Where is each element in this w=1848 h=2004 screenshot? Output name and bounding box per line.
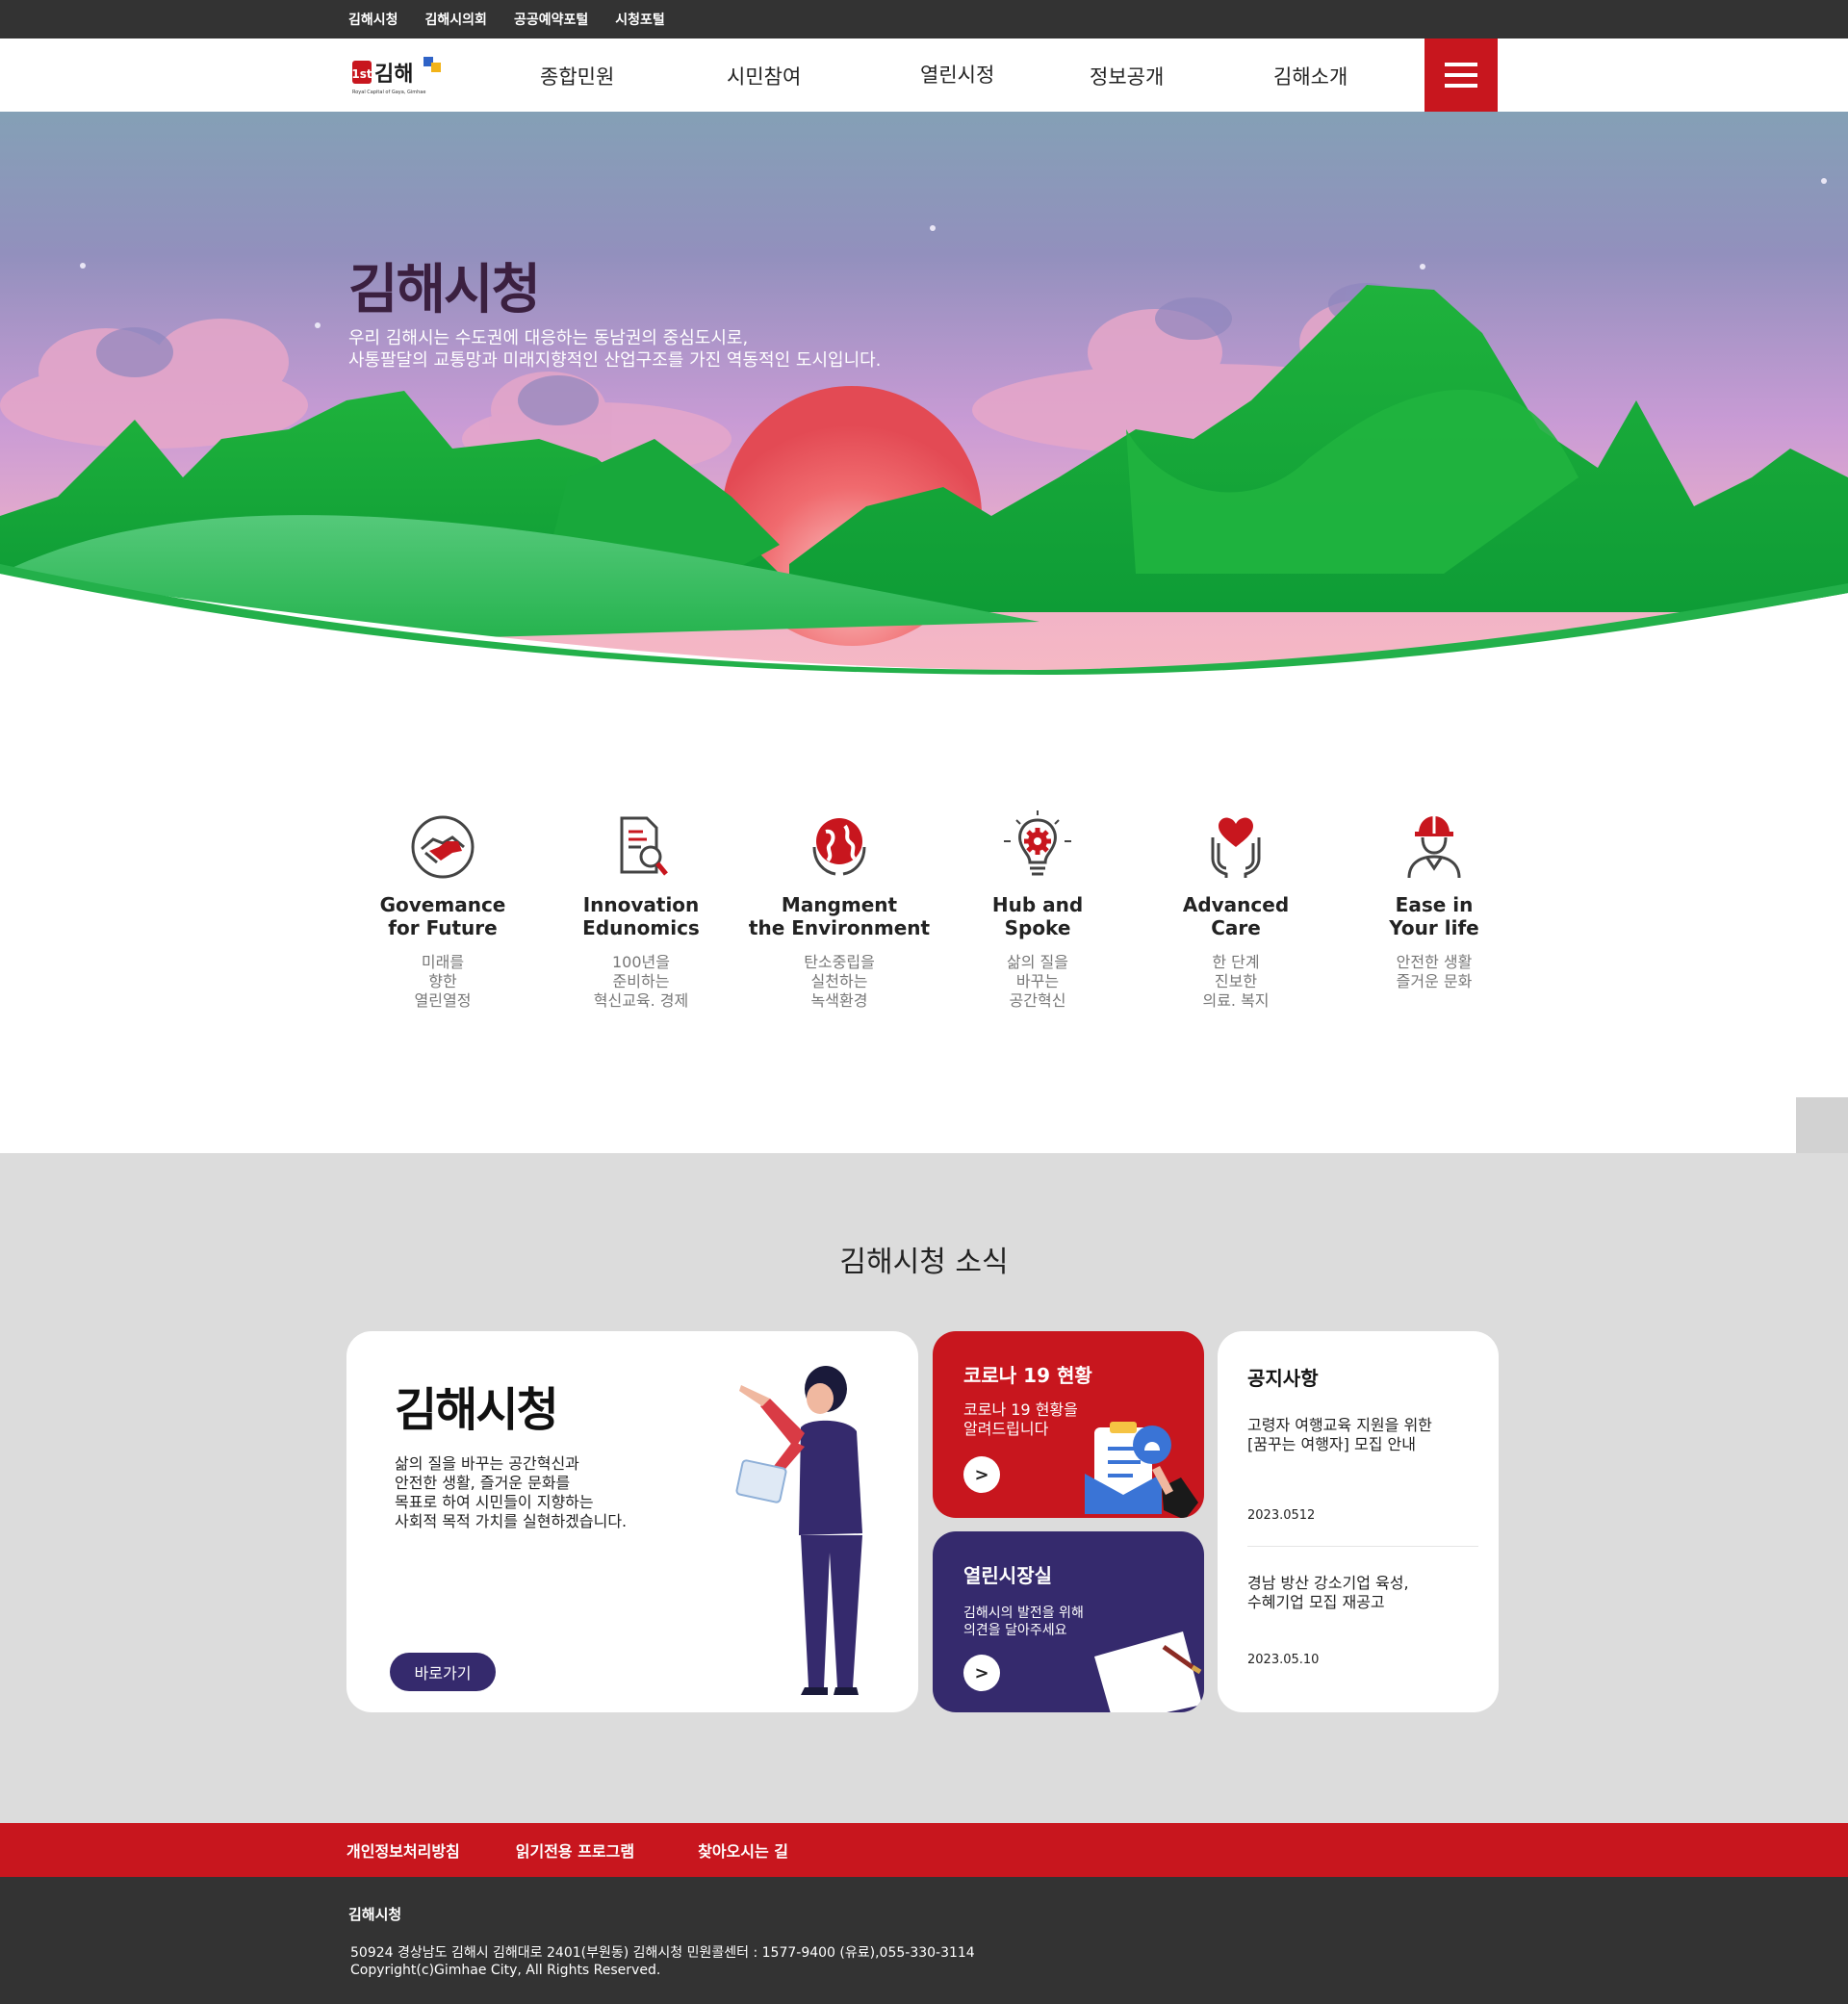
value-title: Advanced Care [1182, 893, 1290, 939]
nav-information-disclosure[interactable]: 정보공개 [1090, 62, 1164, 90]
footer-link-reader-program[interactable]: 읽기전용 프로그램 [516, 1838, 634, 1862]
nav-about-gimhae[interactable]: 김해소개 [1273, 62, 1348, 90]
footer-address-block: 50924 경상남도 김해시 김해대로 2401(부원동) 김해시청 민원콜센터… [350, 1944, 975, 1979]
footer-org-name: 김해시청 [348, 1906, 402, 1923]
value-title: Innovation Edunomics [582, 893, 700, 939]
notice-item[interactable]: 경남 방산 강소기업 육성, 수혜기업 모집 재공고 2023.05.10 [1247, 1574, 1478, 1667]
value-item-ease[interactable]: Ease in Your life 안전한 생활 즐거운 문화 [1338, 809, 1530, 991]
value-item-governance[interactable]: Govemance for Future 미래를 향한 열린열정 [346, 809, 539, 1011]
site-header: 1st 김해 Royal Capital of Gaya, Gimhae 종합민… [0, 39, 1848, 112]
intro-card-title: 김해시청 [395, 1383, 559, 1437]
nav-citizen-participation[interactable]: 시민참여 [727, 62, 801, 90]
footer-copyright: Copyright(c)Gimhae City, All Rights Rese… [350, 1963, 661, 1978]
covid-status-card[interactable]: 코로나 19 현황 코로나 19 현황을 알려드립니다 > [933, 1331, 1204, 1518]
footer-link-privacy-policy[interactable]: 개인정보처리방침 [346, 1838, 460, 1862]
covid-card-arrow-button[interactable]: > [963, 1456, 1000, 1493]
notice-item-title[interactable]: 고령자 여행교육 지원을 위한 [꿈꾸는 여행자] 모집 안내 [1247, 1416, 1478, 1454]
value-desc: 한 단계 진보한 의료. 복지 [1202, 953, 1270, 1010]
link-gimhae-city-hall[interactable]: 김해시청 [348, 10, 398, 29]
presenter-illustration [735, 1366, 862, 1695]
footer-links: 개인정보처리방침 읽기전용 프로그램 찾아오시는 길 [346, 1823, 788, 1877]
open-mayor-office-card[interactable]: 열린시장실 김해시의 발전을 위해 의견을 달아주세요 > [933, 1531, 1204, 1712]
value-desc: 100년을 준비하는 혁신교육. 경제 [593, 953, 689, 1010]
hero-title: 김해시청 [348, 259, 541, 321]
value-item-hub-spoke[interactable]: Hub and Spoke 삶의 질을 바꾸는 공간혁신 [941, 809, 1134, 1011]
notice-item-date: 2023.0512 [1247, 1508, 1316, 1523]
hero-banner: 김해시청 우리 김해시는 수도권에 대응하는 동남권의 중심도시로, 사통팔달의… [0, 112, 1848, 680]
notice-item[interactable]: 고령자 여행교육 지원을 위한 [꿈꾸는 여행자] 모집 안내 2023.051… [1247, 1416, 1478, 1523]
worker-helmet-icon [1407, 816, 1461, 879]
open-office-card-arrow-button[interactable]: > [963, 1655, 1000, 1691]
value-item-environment[interactable]: Mangment the Environment 탄소중립을 실천하는 녹색환경 [743, 809, 936, 1011]
link-public-reservation[interactable]: 공공예약포털 [514, 10, 588, 29]
notice-divider [1247, 1546, 1478, 1547]
open-office-card-description: 김해시의 발전을 위해 의견을 달아주세요 [963, 1606, 1084, 1638]
value-desc: 미래를 향한 열린열정 [414, 953, 472, 1010]
logo-subtext: Royal Capital of Gaya, Gimhae [352, 90, 425, 95]
value-item-innovation[interactable]: Innovation Edunomics 100년을 준비하는 혁신교육. 경제 [545, 809, 737, 1011]
hamburger-menu-button[interactable] [1424, 39, 1498, 112]
open-office-card-title: 열린시장실 [963, 1564, 1052, 1587]
footer-address: 50924 경상남도 김해시 김해대로 2401(부원동) 김해시청 민원콜센터… [350, 1945, 975, 1961]
footer-links-bar: 개인정보처리방침 읽기전용 프로그램 찾아오시는 길 [0, 1823, 1848, 1877]
lightbulb-gear-icon [1004, 810, 1071, 876]
covid-card-description: 코로나 19 현황을 알려드립니다 [963, 1400, 1078, 1438]
hamburger-icon [1445, 63, 1477, 66]
link-city-portal[interactable]: 시청포털 [615, 10, 665, 29]
nav-open-administration[interactable]: 열린시정 [920, 60, 994, 89]
hero-description-line-2: 사통팔달의 교통망과 미래지향적인 산업구조를 가진 역동적인 도시입니다. [348, 350, 882, 371]
news-section: 김해시청 소식 김해시청 삶의 질을 바꾸는 공간혁신과 안전한 생활, 즐거운… [0, 1153, 1848, 1823]
globe-hands-icon [812, 818, 866, 876]
notice-item-title[interactable]: 경남 방산 강소기업 육성, 수혜기업 모집 재공고 [1247, 1574, 1478, 1612]
utility-links: 김해시청 김해시의회 공공예약포털 시청포털 [348, 0, 665, 39]
document-search-icon [620, 816, 668, 876]
svg-text:1st: 1st [351, 67, 372, 81]
value-desc: 탄소중립을 실천하는 녹색환경 [804, 953, 875, 1010]
intro-card-description: 삶의 질을 바꾸는 공간혁신과 안전한 생활, 즐거운 문화를 목표로 하여 시… [395, 1454, 628, 1530]
go-button[interactable]: 바로가기 [390, 1653, 496, 1691]
paper-pen-icon [1094, 1631, 1202, 1712]
value-title: Govemance for Future [379, 893, 506, 939]
news-section-title: 김해시청 소식 [839, 1246, 1009, 1279]
logo-text: 김해 [374, 63, 413, 87]
notice-item-date: 2023.05.10 [1247, 1653, 1320, 1667]
value-title: Mangment the Environment [748, 893, 931, 939]
value-title: Hub and Spoke [991, 893, 1084, 939]
footer-link-directions[interactable]: 찾아오시는 길 [698, 1838, 788, 1862]
clipboard-bell-icon [1085, 1422, 1198, 1518]
top-utility-bar: 김해시청 김해시의회 공공예약포털 시청포털 [0, 0, 1848, 39]
covid-card-title: 코로나 19 현황 [963, 1364, 1092, 1387]
city-values-section: Govemance for Future 미래를 향한 열린열정 Innovat… [346, 809, 1502, 1040]
heart-hands-icon [1211, 817, 1261, 878]
link-city-council[interactable]: 김해시의회 [425, 10, 487, 29]
value-desc: 삶의 질을 바꾸는 공간혁신 [1007, 953, 1068, 1010]
hero-description: 우리 김해시는 수도권에 대응하는 동남권의 중심도시로, 사통팔달의 교통망과… [348, 327, 881, 372]
value-desc: 안전한 생활 즐거운 문화 [1396, 953, 1473, 990]
handshake-icon [411, 815, 475, 879]
hero-landscape-illustration [0, 112, 1848, 680]
city-hall-intro-card: 김해시청 삶의 질을 바꾸는 공간혁신과 안전한 생활, 즐거운 문화를 목표로… [346, 1331, 918, 1712]
nav-general-civil[interactable]: 종합민원 [540, 62, 614, 90]
value-item-care[interactable]: Advanced Care 한 단계 진보한 의료. 복지 [1140, 809, 1332, 1011]
gimhae-logo[interactable]: 1st 김해 Royal Capital of Gaya, Gimhae [350, 51, 447, 99]
value-title: Ease in Your life [1389, 893, 1479, 939]
footer-info: 김해시청 50924 경상남도 김해시 김해대로 2401(부원동) 김해시청 … [0, 1877, 1848, 2004]
notice-card: 공지사항 고령자 여행교육 지원을 위한 [꿈꾸는 여행자] 모집 안내 202… [1218, 1331, 1499, 1712]
hero-description-line-1: 우리 김해시는 수도권에 대응하는 동남권의 중심도시로, [348, 328, 749, 348]
notice-card-title: 공지사항 [1247, 1367, 1319, 1390]
logo-graphic: 1st 김해 Royal Capital of Gaya, Gimhae [351, 57, 441, 95]
